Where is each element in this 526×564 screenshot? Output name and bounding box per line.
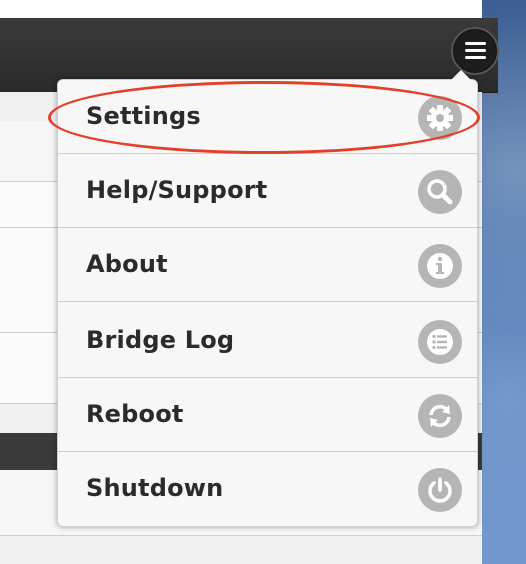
info-icon: [418, 244, 462, 288]
menu-item-shutdown[interactable]: Shutdown: [58, 452, 477, 526]
main-menu-dropdown: Settings Help/Support About Bridge Log R…: [57, 70, 478, 527]
menu-item-reboot[interactable]: Reboot: [58, 378, 477, 452]
gear-icon: [418, 96, 462, 140]
menu-item-settings[interactable]: Settings: [58, 80, 477, 154]
hamburger-icon-bar: [465, 49, 486, 52]
menu-item-label: About: [86, 250, 168, 278]
power-icon: [418, 468, 462, 512]
list-icon: [418, 320, 462, 364]
menu-item-label: Shutdown: [86, 474, 224, 502]
menu-item-label: Settings: [86, 102, 201, 130]
refresh-icon: [418, 394, 462, 438]
search-icon: [418, 170, 462, 214]
menu-item-label: Bridge Log: [86, 326, 235, 354]
menu-item-bridge-log[interactable]: Bridge Log: [58, 302, 477, 378]
menu-item-label: Reboot: [86, 400, 184, 428]
menu-item-label: Help/Support: [86, 176, 268, 204]
menu-item-about[interactable]: About: [58, 228, 477, 302]
top-white-area: [0, 0, 498, 18]
menu-item-help-support[interactable]: Help/Support: [58, 154, 477, 228]
menu-toggle-button[interactable]: [451, 27, 499, 75]
hamburger-icon-bar: [465, 56, 486, 59]
hamburger-icon-bar: [465, 42, 486, 45]
